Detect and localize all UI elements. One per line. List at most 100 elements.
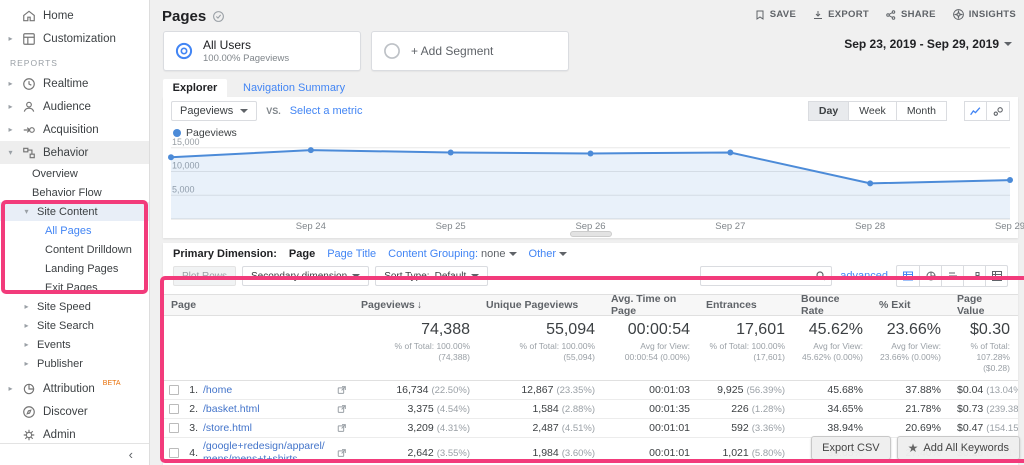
sidebar-item-publisher[interactable]: ▸ Publisher bbox=[0, 354, 149, 373]
header-unique-pageviews[interactable]: Unique Pageviews bbox=[478, 299, 603, 311]
sidebar-item-behavior[interactable]: ▾ Behavior bbox=[0, 141, 149, 164]
pivot-view-icon[interactable] bbox=[985, 266, 1007, 286]
collapse-sidebar-icon[interactable]: ‹ bbox=[129, 447, 133, 462]
date-range-selector[interactable]: Sep 23, 2019 - Sep 29, 2019 bbox=[844, 37, 1012, 51]
summary-percent-exit: 23.66% Avg for View: 23.66% (0.00%) bbox=[880, 321, 941, 363]
add-segment-label: + Add Segment bbox=[411, 44, 494, 58]
table-view-icon[interactable] bbox=[897, 266, 919, 286]
sidebar-item-site-speed[interactable]: ▸ Site Speed bbox=[0, 297, 149, 316]
row-checkbox[interactable] bbox=[169, 448, 179, 459]
page-link[interactable]: /home bbox=[203, 384, 332, 397]
sidebar-item-discover[interactable]: Discover bbox=[0, 400, 149, 423]
sidebar-item-acquisition[interactable]: ▸ Acquisition bbox=[0, 118, 149, 141]
sidebar: Home ▸ Customization REPORTS ▸ Realtime … bbox=[0, 0, 150, 465]
sidebar-item-content-drilldown[interactable]: Content Drilldown bbox=[0, 240, 149, 259]
summary-pageviews: 74,388 % of Total: 100.00% (74,388) bbox=[394, 321, 470, 363]
sidebar-item-realtime[interactable]: ▸ Realtime bbox=[0, 72, 149, 95]
cell-avg-time: 00:01:03 bbox=[649, 384, 690, 397]
pageviews-chart[interactable]: 5,00010,00015,000 bbox=[168, 137, 1013, 220]
row-rank: 3. bbox=[189, 422, 198, 435]
sidebar-item-landing-pages[interactable]: Landing Pages bbox=[0, 259, 149, 278]
page-link[interactable]: /store.html bbox=[203, 422, 332, 435]
header-page-value[interactable]: Page Value bbox=[949, 293, 1018, 317]
cell-entrances: 592 bbox=[731, 422, 749, 435]
sort-type-button[interactable]: Sort Type: Default bbox=[375, 266, 489, 286]
vs-label: VS. bbox=[266, 106, 281, 116]
sidebar-item-behavior-flow[interactable]: Behavior Flow bbox=[0, 183, 149, 202]
sidebar-item-site-content[interactable]: ▾ Site Content bbox=[0, 202, 149, 221]
sidebar-item-home[interactable]: Home bbox=[0, 4, 149, 27]
table-row[interactable]: 2. /basket.html 3,375 (4.54%) 1,584 (2.88%… bbox=[163, 400, 1018, 420]
advanced-search-link[interactable]: advanced bbox=[840, 270, 888, 282]
header-bounce-rate[interactable]: Bounce Rate bbox=[793, 293, 871, 317]
chevron-right-icon: ▸ bbox=[8, 102, 13, 111]
select-metric-link[interactable]: Select a metric bbox=[290, 105, 363, 117]
save-button[interactable]: SAVE bbox=[754, 9, 796, 21]
dimension-content-grouping[interactable]: Content Grouping: none bbox=[388, 248, 517, 260]
export-button[interactable]: EXPORT bbox=[812, 9, 869, 21]
dimension-other[interactable]: Other bbox=[529, 248, 568, 260]
sidebar-label: Site Search bbox=[37, 319, 94, 332]
share-button[interactable]: SHARE bbox=[885, 9, 936, 21]
realtime-icon bbox=[21, 76, 37, 92]
sidebar-item-attribution[interactable]: ▸ Attribution BETA bbox=[0, 377, 149, 400]
row-checkbox[interactable] bbox=[169, 404, 179, 415]
page-link[interactable]: /basket.html bbox=[203, 403, 332, 416]
segment-all-users[interactable]: All Users 100.00% Pageviews bbox=[163, 31, 361, 71]
table-summary-row: 74,388 % of Total: 100.00% (74,388) 55,0… bbox=[163, 316, 1018, 382]
row-checkbox[interactable] bbox=[169, 423, 179, 434]
insights-button[interactable]: INSIGHTS bbox=[952, 8, 1016, 21]
tab-navigation-summary[interactable]: Navigation Summary bbox=[243, 82, 345, 94]
sidebar-item-exit-pages[interactable]: Exit Pages bbox=[0, 278, 149, 297]
percentage-view-icon[interactable] bbox=[919, 266, 941, 286]
external-link-icon[interactable] bbox=[337, 423, 347, 433]
cell-unique-pageviews: 1,984 bbox=[532, 447, 559, 460]
header-pageviews[interactable]: Pageviews ↓ bbox=[353, 299, 478, 311]
sidebar-item-customization[interactable]: ▸ Customization bbox=[0, 27, 149, 50]
tab-explorer[interactable]: Explorer bbox=[163, 79, 227, 97]
sidebar-label: Home bbox=[43, 9, 74, 22]
sidebar-item-overview[interactable]: Overview bbox=[0, 164, 149, 183]
cell-pageviews: 3,209 bbox=[407, 422, 434, 435]
cell-entrances: 226 bbox=[731, 403, 749, 416]
header-percent-exit[interactable]: % Exit bbox=[871, 299, 949, 311]
add-all-keywords-button[interactable]: ★ Add All Keywords bbox=[896, 436, 1020, 460]
sidebar-item-all-pages[interactable]: All Pages bbox=[0, 221, 149, 240]
external-link-icon[interactable] bbox=[337, 404, 347, 414]
plot-rows-button[interactable]: Plot Rows bbox=[173, 266, 237, 286]
caret-down-icon bbox=[1004, 42, 1012, 46]
metric-selector[interactable]: Pageviews bbox=[171, 101, 258, 121]
sidebar-item-audience[interactable]: ▸ Audience bbox=[0, 95, 149, 118]
granularity-month[interactable]: Month bbox=[896, 101, 947, 121]
header-page[interactable]: Page bbox=[163, 299, 353, 311]
dimension-page[interactable]: Page bbox=[289, 248, 315, 260]
external-link-icon[interactable] bbox=[337, 448, 347, 458]
performance-view-icon[interactable] bbox=[941, 266, 963, 286]
header-avg-time[interactable]: Avg. Time on Page bbox=[603, 293, 698, 317]
granularity-week[interactable]: Week bbox=[849, 101, 897, 121]
external-link-icon[interactable] bbox=[337, 385, 347, 395]
comparison-view-icon[interactable] bbox=[963, 266, 985, 286]
row-rank: 4. bbox=[189, 447, 198, 460]
sidebar-item-events[interactable]: ▸ Events bbox=[0, 335, 149, 354]
search-input[interactable] bbox=[705, 270, 816, 282]
secondary-dimension-button[interactable]: Secondary dimension bbox=[242, 266, 370, 286]
chart-pan-handle[interactable] bbox=[569, 231, 612, 237]
sidebar-item-site-search[interactable]: ▸ Site Search bbox=[0, 316, 149, 335]
granularity-day[interactable]: Day bbox=[807, 101, 850, 121]
table-header-row: Page Pageviews ↓ Unique Pageviews Avg. Ti… bbox=[163, 293, 1018, 317]
search-icon[interactable] bbox=[815, 270, 827, 282]
table-row[interactable]: 1. /home 16,734 (22.50%) 12,867 (23.35%) 0… bbox=[163, 381, 1018, 401]
add-segment-button[interactable]: + Add Segment bbox=[371, 31, 569, 71]
export-csv-button[interactable]: Export CSV bbox=[811, 436, 891, 460]
line-chart-icon[interactable] bbox=[964, 101, 987, 121]
row-checkbox[interactable] bbox=[169, 385, 179, 396]
header-entrances[interactable]: Entrances bbox=[698, 299, 793, 311]
home-icon bbox=[21, 8, 37, 24]
dimension-page-title[interactable]: Page Title bbox=[327, 248, 376, 260]
motion-chart-icon[interactable] bbox=[987, 101, 1010, 121]
segment-title: All Users bbox=[203, 38, 252, 52]
caret-down-icon bbox=[240, 109, 249, 113]
add-segment-icon bbox=[382, 41, 402, 61]
page-link[interactable]: /google+redesign/apparel/mens/mens+t+shi… bbox=[203, 440, 332, 465]
